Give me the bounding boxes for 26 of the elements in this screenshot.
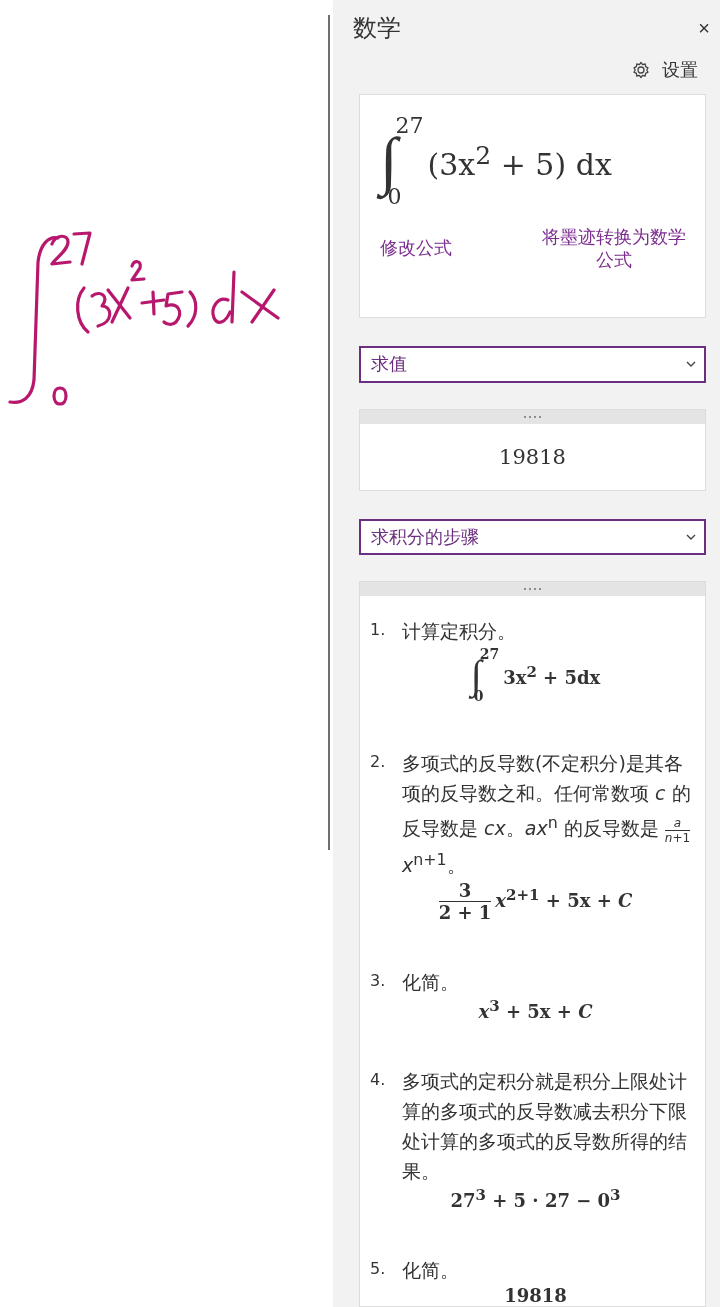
grip-icon	[524, 588, 541, 591]
step-number: 4.	[370, 1069, 387, 1091]
result-value: 19818	[499, 444, 566, 469]
dropdown[interactable]: 求值	[359, 345, 706, 383]
dropdown[interactable]: 求积分的步骤	[359, 518, 706, 556]
settings-icon	[632, 61, 650, 79]
step-text: 计算定积分。	[402, 619, 517, 645]
step-number: 2.	[370, 751, 387, 774]
step-text: 化简。	[402, 1258, 460, 1283]
step-number: 1.	[370, 619, 387, 642]
step-text: 多项式的定积分就是积分上限处计算的多项式的反导数减去积分下限处计算的多项式的反导数所得的结果。	[402, 1069, 688, 1184]
pane-title: 数学	[353, 13, 401, 44]
step-text: 化简。	[402, 970, 460, 995]
chevron-down-icon	[686, 361, 696, 368]
chevron-down-icon	[686, 533, 696, 540]
step-formula: 19818	[504, 1285, 567, 1306]
step-formula: x$^{3}$ + 5x + C	[478, 997, 593, 1022]
edit-formula-link[interactable]: 修改公式	[380, 236, 452, 261]
step-text: 多项式的反导数(不定积分)是其各项的反导数之和。任何常数项 c 的反导数是 cx。ax$^{n}$ 的反导数是 a n+1 x$^{n+1}$。	[402, 751, 692, 878]
step-formula: 27$^{3}$ + 5 · 27 − 0$^{3}$	[450, 1186, 621, 1211]
convert-ink-link[interactable]: 将墨迹转换为数学公式	[539, 225, 689, 272]
settings-button[interactable]: 设置	[624, 56, 706, 84]
step-number: 5.	[370, 1258, 387, 1280]
step-number: 3.	[370, 970, 387, 992]
grip-icon	[524, 415, 541, 418]
close-button[interactable]: ×	[694, 16, 714, 40]
